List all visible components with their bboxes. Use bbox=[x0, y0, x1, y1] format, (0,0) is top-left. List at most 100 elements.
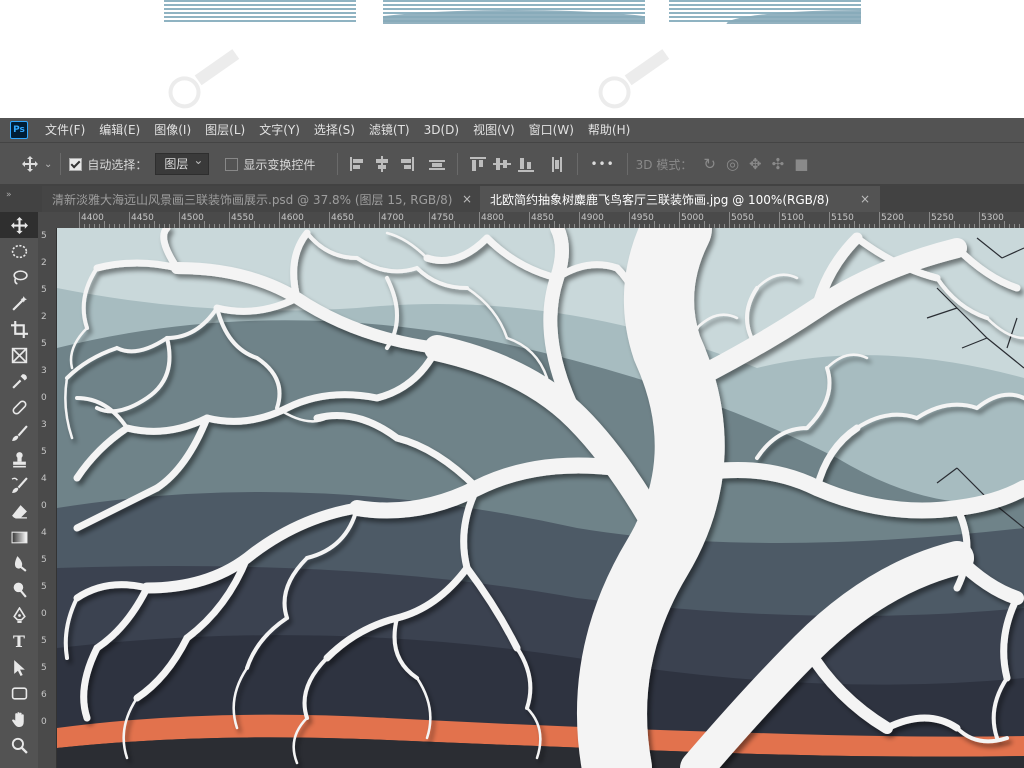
zoom-tool[interactable] bbox=[0, 732, 38, 758]
stamp-tool[interactable] bbox=[0, 446, 38, 472]
3d-drag-icon[interactable]: ✥ bbox=[749, 155, 762, 173]
ruler-tick bbox=[529, 212, 530, 228]
dodge-tool[interactable] bbox=[0, 576, 38, 602]
horizontal-ruler[interactable]: 4400 4450 4500 4550 4600 4650 4700 4750 4800 4850… bbox=[38, 212, 1024, 229]
menu-filter[interactable]: 滤镜(T) bbox=[362, 118, 417, 142]
hand-tool[interactable] bbox=[0, 706, 38, 732]
layer-select-dropdown[interactable]: 图层 bbox=[155, 152, 210, 175]
distribute-vertical-icon[interactable] bbox=[548, 156, 566, 172]
3d-mode-label: 3D 模式： bbox=[635, 157, 693, 172]
ruler-label: 5000 bbox=[681, 213, 704, 223]
ruler-tick bbox=[179, 212, 180, 228]
pen-tool[interactable] bbox=[0, 602, 38, 628]
ruler-minor-tick bbox=[304, 221, 305, 228]
ruler-label: 5 bbox=[41, 555, 47, 565]
ruler-label: 4500 bbox=[181, 213, 204, 223]
ellipse-marquee-icon bbox=[11, 244, 27, 258]
menu-select[interactable]: 选择(S) bbox=[307, 118, 362, 142]
healing-tool[interactable] bbox=[0, 394, 38, 420]
shape-tool[interactable] bbox=[0, 680, 38, 706]
move-tool[interactable] bbox=[0, 212, 38, 238]
menu-edit[interactable]: 编辑(E) bbox=[92, 118, 147, 142]
close-icon[interactable]: × bbox=[462, 192, 472, 206]
move-tool-preset[interactable]: ⌄ bbox=[22, 156, 52, 172]
align-bottom-icon[interactable] bbox=[517, 156, 535, 172]
brush-tool[interactable] bbox=[0, 420, 38, 446]
ruler-label: 2 bbox=[41, 312, 47, 322]
menu-file[interactable]: 文件(F) bbox=[38, 118, 92, 142]
ruler-tick bbox=[329, 212, 330, 228]
divider bbox=[60, 153, 62, 175]
ruler-label: 4750 bbox=[431, 213, 454, 223]
3d-slide-icon[interactable]: ✣ bbox=[772, 155, 785, 173]
ruler-label: 3 bbox=[41, 420, 47, 430]
bandage-icon bbox=[12, 400, 26, 414]
ruler-minor-tick bbox=[654, 221, 655, 228]
tab-document-psd[interactable]: 清新淡雅大海远山风景画三联装饰画展示.psd @ 37.8% (图层 15, R… bbox=[42, 186, 482, 212]
auto-select-label: 自动选择： bbox=[87, 157, 148, 172]
menu-type[interactable]: 文字(Y) bbox=[252, 118, 307, 142]
auto-select-checkbox[interactable] bbox=[69, 157, 83, 171]
menu-window[interactable]: 窗口(W) bbox=[522, 118, 581, 142]
3d-camera-icon[interactable]: ■ bbox=[794, 155, 808, 173]
ruler-minor-tick bbox=[504, 221, 505, 228]
ruler-minor-tick bbox=[804, 221, 805, 228]
ruler-minor-tick bbox=[954, 221, 955, 228]
ruler-label: 5 bbox=[41, 339, 47, 349]
collapse-panel-icon[interactable]: » bbox=[6, 190, 12, 200]
ruler-label: 2 bbox=[41, 258, 47, 268]
path-select-tool[interactable] bbox=[0, 654, 38, 680]
gradient-tool[interactable] bbox=[0, 524, 38, 550]
tab-document-jpg[interactable]: 北欧简约抽象树麋鹿飞鸟客厅三联装饰画.jpg @ 100%(RGB/8) × bbox=[480, 186, 880, 212]
auto-select-option[interactable]: 自动选择： bbox=[69, 156, 147, 173]
blur-drop-icon bbox=[14, 555, 27, 572]
align-vertical-center-icon[interactable] bbox=[493, 156, 512, 172]
show-transform-option[interactable]: 显示变换控件 bbox=[225, 156, 315, 173]
blur-tool[interactable] bbox=[0, 550, 38, 576]
quick-select-tool[interactable] bbox=[0, 290, 38, 316]
distribute-horizontal-icon[interactable] bbox=[428, 156, 446, 172]
stamp-icon bbox=[12, 451, 26, 467]
eraser-tool[interactable] bbox=[0, 498, 38, 524]
ruler-minor-tick bbox=[854, 221, 855, 228]
close-icon[interactable]: × bbox=[860, 192, 870, 206]
ruler-tick bbox=[79, 212, 80, 228]
menu-3d[interactable]: 3D(D) bbox=[417, 118, 466, 142]
menu-view[interactable]: 视图(V) bbox=[466, 118, 522, 142]
vertical-ruler[interactable]: 5 2 5 2 5 3 0 3 5 4 0 4 5 5 0 5 5 6 0 bbox=[38, 228, 57, 768]
rectangle-icon bbox=[11, 686, 27, 700]
align-horizontal-center-icon[interactable] bbox=[373, 156, 391, 172]
frame-tool[interactable] bbox=[0, 342, 38, 368]
history-brush-tool[interactable] bbox=[0, 472, 38, 498]
3d-roll-icon[interactable]: ◎ bbox=[726, 155, 739, 173]
menu-help[interactable]: 帮助(H) bbox=[581, 118, 637, 142]
ruler-label: 4800 bbox=[481, 213, 504, 223]
ruler-label: 4 bbox=[41, 528, 47, 538]
align-right-icon[interactable] bbox=[397, 156, 415, 172]
tools-panel: T bbox=[0, 212, 39, 768]
eyedropper-tool[interactable] bbox=[0, 368, 38, 394]
menu-image[interactable]: 图像(I) bbox=[147, 118, 198, 142]
ruler-label: 0 bbox=[41, 609, 47, 619]
lasso-tool[interactable] bbox=[0, 264, 38, 290]
3d-orbit-icon[interactable]: ↻ bbox=[703, 155, 716, 173]
menu-layer[interactable]: 图层(L) bbox=[198, 118, 252, 142]
more-options-button[interactable]: ••• bbox=[590, 157, 614, 171]
ruler-tick bbox=[229, 212, 230, 228]
crop-tool[interactable] bbox=[0, 316, 38, 342]
type-icon: T bbox=[13, 631, 25, 651]
show-transform-checkbox[interactable] bbox=[225, 157, 239, 171]
type-tool[interactable]: T bbox=[0, 628, 38, 654]
menu-bar: Ps 文件(F) 编辑(E) 图像(I) 图层(L) 文字(Y) 选择(S) 滤… bbox=[0, 118, 1024, 142]
ruler-label: 4400 bbox=[81, 213, 104, 223]
align-left-icon[interactable] bbox=[349, 156, 367, 172]
ruler-label: 4650 bbox=[331, 213, 354, 223]
marquee-tool[interactable] bbox=[0, 238, 38, 264]
ruler-tick bbox=[729, 212, 730, 228]
ruler-tick bbox=[679, 212, 680, 228]
divider bbox=[457, 153, 459, 175]
ruler-label: 5 bbox=[41, 285, 47, 295]
zoom-icon bbox=[11, 737, 28, 754]
document-canvas[interactable] bbox=[57, 228, 1024, 768]
align-top-icon[interactable] bbox=[469, 156, 487, 172]
